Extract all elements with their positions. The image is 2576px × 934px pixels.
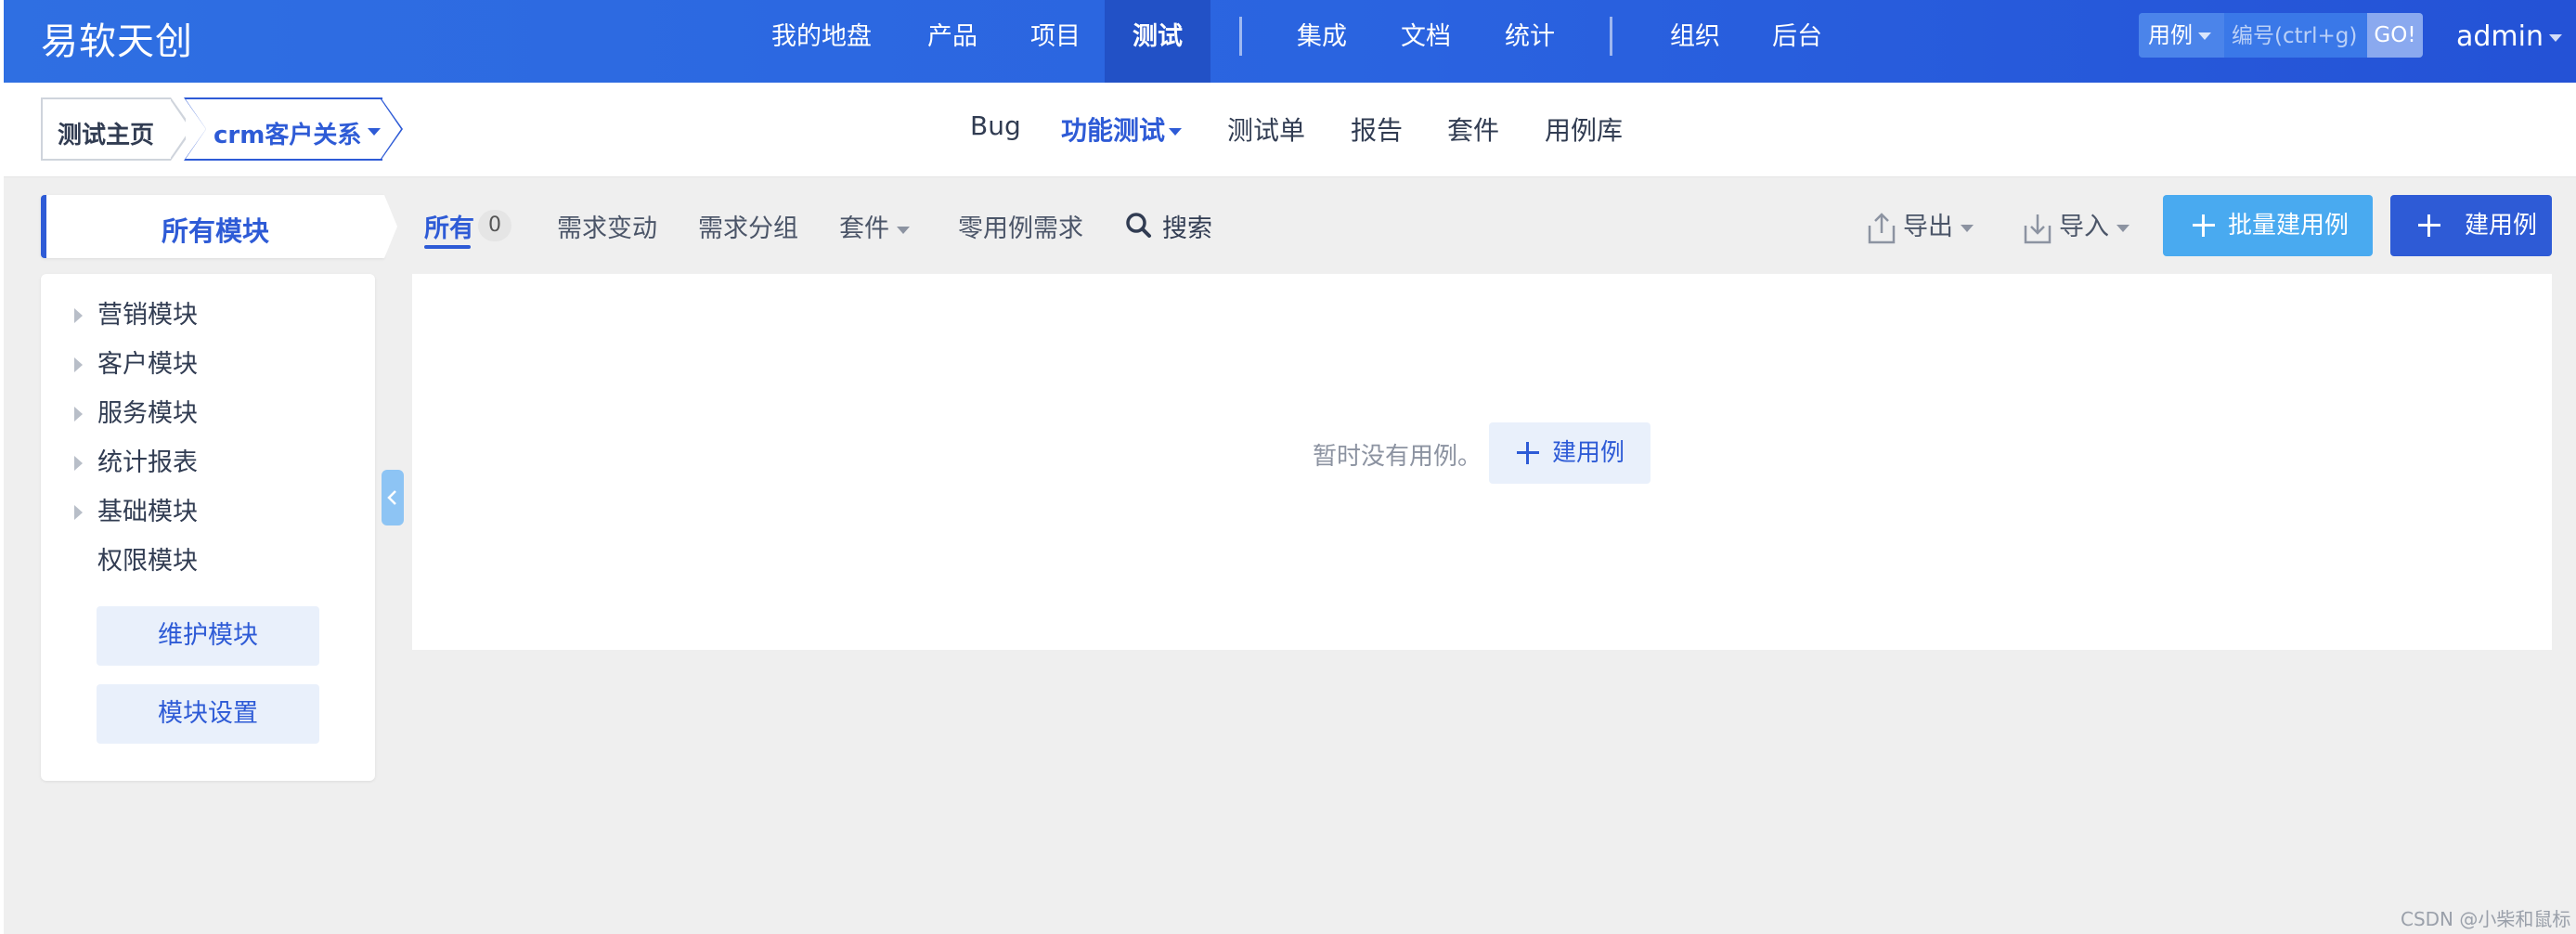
top-header: 易软天创 我的地盘 产品 项目 测试 集成 文档 统计 组织 后台 用例 GO!… <box>4 0 2576 83</box>
plus-icon <box>1517 442 1539 464</box>
nav-divider <box>1610 17 1612 56</box>
chevron-down-icon <box>897 226 910 234</box>
feature-tab-zero-case[interactable]: 零用例需求 <box>958 208 1083 244</box>
tree-item-permission[interactable]: 权限模块 <box>41 543 375 580</box>
caret-right-icon[interactable] <box>74 357 83 372</box>
tree-item-basic[interactable]: 基础模块 <box>41 494 375 531</box>
feature-tab-story-group[interactable]: 需求分组 <box>698 208 798 244</box>
nav-test[interactable]: 测试 <box>1105 0 1210 83</box>
chevron-left-icon <box>387 490 396 505</box>
search-type-select[interactable]: 用例 <box>2139 13 2224 58</box>
user-name: admin <box>2456 20 2544 53</box>
breadcrumb-product-switcher[interactable]: crm客户关系 <box>184 97 403 161</box>
batch-create-label: 批量建用例 <box>2228 212 2349 240</box>
module-settings-button[interactable]: 模块设置 <box>97 684 319 744</box>
active-tab-indicator <box>424 245 471 249</box>
sub-header: 测试主页 crm客户关系 Bug 功能测试 测试单 报告 套件 用例库 <box>4 83 2576 177</box>
chevron-down-icon <box>2198 32 2211 40</box>
plus-icon <box>2193 214 2215 237</box>
empty-create-label: 建用例 <box>1552 439 1625 467</box>
caret-right-icon[interactable] <box>74 308 83 323</box>
nav-my-dashboard[interactable]: 我的地盘 <box>771 0 872 83</box>
breadcrumb-arrow <box>381 99 401 159</box>
chevron-down-icon <box>1169 128 1183 136</box>
chevron-down-icon <box>2549 33 2562 42</box>
subnav-case-library[interactable]: 用例库 <box>1545 110 1623 148</box>
tree-item-label: 权限模块 <box>97 547 198 576</box>
feature-tab-all[interactable]: 所有 <box>424 208 474 244</box>
tree-item-service[interactable]: 服务模块 <box>41 396 375 433</box>
chevron-down-icon <box>368 128 381 136</box>
subnav-report[interactable]: 报告 <box>1351 110 1403 148</box>
tree-item-label: 营销模块 <box>97 301 198 330</box>
watermark: CSDN @小柴和鼠标 <box>2401 908 2571 930</box>
batch-create-case-button[interactable]: 批量建用例 <box>2163 195 2373 256</box>
caret-right-icon[interactable] <box>74 407 83 422</box>
export-label: 导出 <box>1903 213 1953 241</box>
feature-search-label: 搜索 <box>1162 214 1212 243</box>
nav-divider <box>1239 17 1242 56</box>
nav-doc[interactable]: 文档 <box>1401 0 1451 83</box>
subnav-functional-test[interactable]: 功能测试 <box>1061 110 1183 148</box>
nav-product[interactable]: 产品 <box>927 0 977 83</box>
nav-ci[interactable]: 集成 <box>1297 0 1347 83</box>
empty-state-message: 暂时没有用例。 <box>1313 443 1482 471</box>
global-search: 用例 GO! <box>2139 13 2423 58</box>
breadcrumb-home-label: 测试主页 <box>58 122 155 149</box>
brand-logo[interactable]: 易软天创 <box>41 11 193 65</box>
feature-tab-suite-label: 套件 <box>839 214 889 243</box>
nav-admin[interactable]: 后台 <box>1772 0 1822 83</box>
subnav-suite[interactable]: 套件 <box>1447 110 1499 148</box>
tree-item-label: 统计报表 <box>97 448 198 477</box>
tree-item-label: 客户模块 <box>97 350 198 379</box>
nav-org[interactable]: 组织 <box>1670 0 1720 83</box>
chevron-down-icon <box>2116 224 2129 232</box>
tree-item-marketing[interactable]: 营销模块 <box>41 297 375 334</box>
plus-icon <box>2418 214 2440 237</box>
feature-tab-story-change[interactable]: 需求变动 <box>557 208 657 244</box>
import-button[interactable]: 导入 <box>2020 206 2129 246</box>
caret-right-icon[interactable] <box>74 505 83 520</box>
subnav-testtask[interactable]: 测试单 <box>1227 110 1305 148</box>
breadcrumb-product-label: crm客户关系 <box>214 122 362 149</box>
nav-project[interactable]: 项目 <box>1030 0 1081 83</box>
search-type-label: 用例 <box>2148 22 2193 48</box>
search-icon <box>1126 213 1151 238</box>
create-case-label: 建用例 <box>2465 212 2538 240</box>
maintain-modules-button[interactable]: 维护模块 <box>97 606 319 666</box>
export-icon <box>1868 212 1896 243</box>
nav-stats[interactable]: 统计 <box>1505 0 1555 83</box>
tree-item-label: 基础模块 <box>97 498 198 526</box>
case-list-panel: 暂时没有用例。 建用例 <box>412 274 2552 650</box>
all-modules-header[interactable]: 所有模块 <box>41 195 397 258</box>
breadcrumb-test-home[interactable]: 测试主页 <box>41 97 193 161</box>
import-label: 导入 <box>2059 213 2109 241</box>
tree-item-customer[interactable]: 客户模块 <box>41 346 375 383</box>
export-button[interactable]: 导出 <box>1864 206 1974 246</box>
module-tree: 营销模块 客户模块 服务模块 统计报表 基础模块 权限模块 维护模块 模块设置 <box>41 274 375 781</box>
sidebar-collapse-toggle[interactable] <box>382 470 404 525</box>
search-input[interactable] <box>2232 22 2367 50</box>
feature-tab-suite[interactable]: 套件 <box>839 208 910 244</box>
chevron-down-icon <box>1961 224 1974 232</box>
search-go-button[interactable]: GO! <box>2367 13 2423 58</box>
subnav-bug[interactable]: Bug <box>970 110 1021 141</box>
subnav-functional-test-label: 功能测试 <box>1061 115 1166 146</box>
user-menu[interactable]: admin <box>2456 0 2562 74</box>
tree-item-reports[interactable]: 统计报表 <box>41 445 375 482</box>
import-icon <box>2024 214 2052 243</box>
tree-item-label: 服务模块 <box>97 399 198 428</box>
create-case-button[interactable]: 建用例 <box>2390 195 2552 256</box>
caret-right-icon[interactable] <box>74 456 83 471</box>
all-modules-label: 所有模块 <box>161 215 269 247</box>
case-count-badge: 0 <box>478 210 511 241</box>
empty-create-case-button[interactable]: 建用例 <box>1489 422 1650 484</box>
